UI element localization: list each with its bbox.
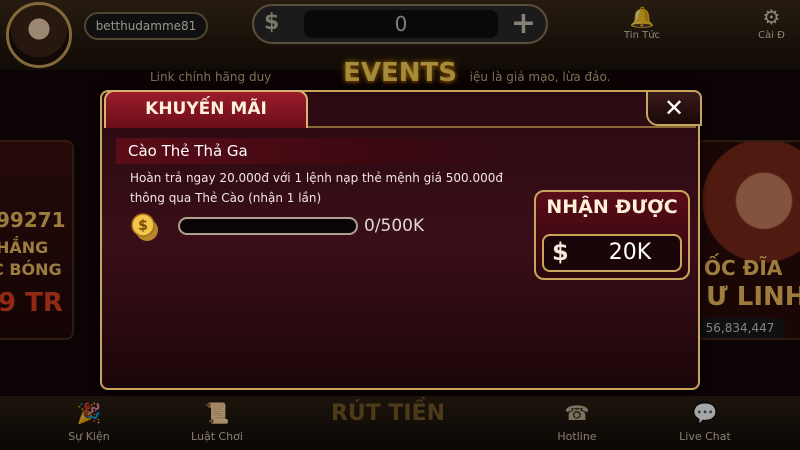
reward-amount: 20K [608,240,652,265]
reward-title: NHẬN ĐƯỢC [546,196,678,218]
svg-text:$: $ [138,218,148,234]
close-icon: ✕ [663,94,685,122]
dollar-icon: $ [552,238,569,266]
close-button[interactable]: ✕ [646,90,702,126]
coin-icon: $ [131,213,158,241]
promotion-title: Cào Thẻ Thả Ga [116,138,516,164]
promotion-item: Cào Thẻ Thả Ga Hoàn trả ngay 20.000đ với… [116,138,690,280]
promotion-description: Hoàn trả ngay 20.000đ với 1 lệnh nạp thẻ… [130,171,503,205]
tab-khuyen-mai[interactable]: KHUYẾN MÃI [104,90,308,128]
promotion-modal: KHUYẾN MÃI ✕ Cào Thẻ Thả Ga Hoàn trả nga… [100,90,702,390]
reward-value-box: $ 20K [542,234,682,272]
progress-text: 0/500K [364,216,425,236]
progress-bar [178,217,358,235]
reward-box: NHẬN ĐƯỢC $ 20K [534,190,690,280]
